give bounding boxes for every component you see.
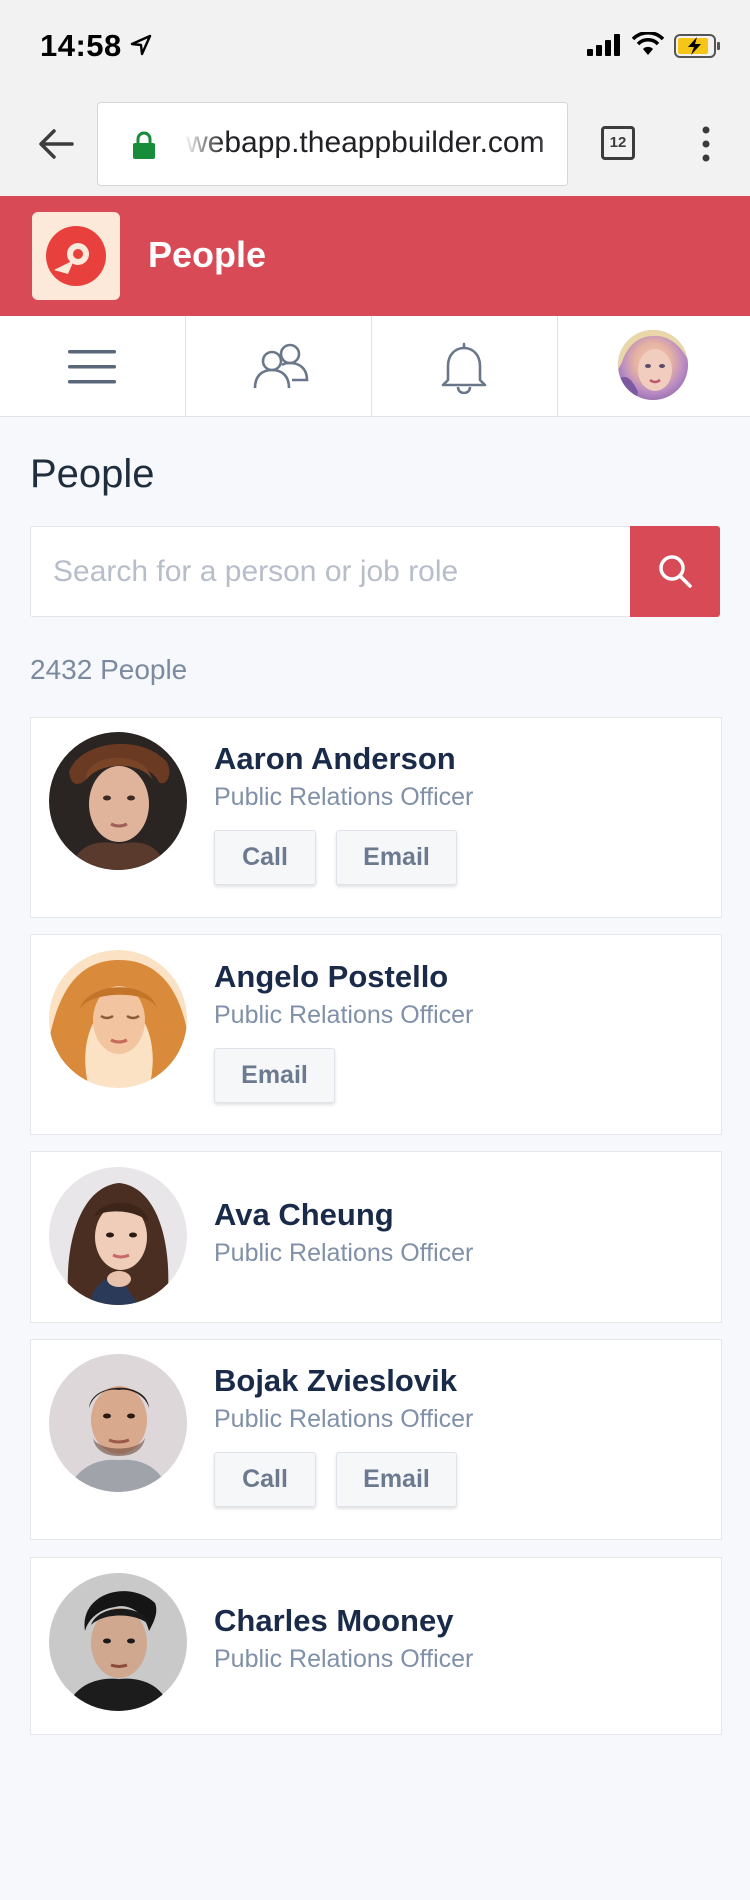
person-role: Public Relations Officer — [214, 1239, 474, 1267]
email-button[interactable]: Email — [214, 1048, 335, 1103]
nav-bar — [0, 316, 750, 417]
email-button[interactable]: Email — [336, 830, 457, 885]
person-role: Public Relations Officer — [214, 1405, 474, 1433]
person-role: Public Relations Officer — [214, 783, 474, 811]
wifi-icon — [632, 32, 664, 55]
browser-toolbar: webapp.theappbuilder.com 12 — [0, 92, 750, 196]
person-name: Bojak Zvieslovik — [214, 1363, 457, 1398]
person-avatar — [49, 732, 187, 870]
search-icon — [659, 555, 692, 588]
battery-charging-icon — [674, 34, 720, 58]
person-role: Public Relations Officer — [214, 1645, 474, 1673]
url-text: webapp.theappbuilder.com — [186, 126, 545, 159]
email-button[interactable]: Email — [336, 1452, 457, 1507]
status-time: 14:58 — [40, 28, 122, 63]
search-bar — [30, 526, 720, 617]
person-avatar — [49, 1167, 187, 1305]
status-bar: 14:58 — [0, 0, 750, 92]
person-avatar — [49, 950, 187, 1088]
app-logo-icon — [46, 226, 106, 286]
call-button[interactable]: Call — [214, 1452, 316, 1507]
person-name: Angelo Postello — [214, 959, 449, 994]
person-name: Ava Cheung — [214, 1197, 394, 1232]
bell-icon — [441, 342, 487, 394]
nav-menu-button[interactable] — [0, 316, 186, 416]
back-arrow-icon[interactable] — [34, 122, 78, 166]
tab-switcher-button[interactable]: 12 — [601, 126, 635, 160]
nav-notifications-button[interactable] — [372, 316, 558, 416]
call-button[interactable]: Call — [214, 830, 316, 885]
person-avatar — [49, 1573, 187, 1711]
page-heading: People — [30, 452, 155, 496]
more-options-icon[interactable] — [694, 122, 718, 166]
people-count: 2432 People — [30, 654, 188, 685]
person-card[interactable]: Bojak Zvieslovik Public Relations Office… — [30, 1339, 722, 1540]
person-name: Charles Mooney — [214, 1603, 454, 1638]
nav-profile-button[interactable] — [558, 316, 750, 416]
people-icon — [253, 343, 309, 389]
person-role: Public Relations Officer — [214, 1001, 474, 1029]
user-avatar — [618, 330, 688, 400]
lock-icon — [133, 131, 155, 159]
search-button[interactable] — [630, 526, 720, 617]
location-arrow-icon — [130, 34, 152, 56]
person-card[interactable]: Ava Cheung Public Relations Officer — [30, 1151, 722, 1323]
nav-people-button[interactable] — [186, 316, 372, 416]
person-card[interactable]: Charles Mooney Public Relations Officer — [30, 1557, 722, 1735]
person-name: Aaron Anderson — [214, 741, 456, 776]
search-input[interactable] — [30, 526, 630, 617]
hamburger-menu-icon — [68, 350, 116, 384]
app-header: People — [0, 196, 750, 316]
person-card[interactable]: Angelo Postello Public Relations Officer… — [30, 934, 722, 1135]
app-title: People — [148, 234, 267, 275]
app-logo[interactable] — [32, 212, 120, 300]
person-card[interactable]: Aaron Anderson Public Relations Officer … — [30, 717, 722, 918]
signal-icon — [587, 34, 620, 56]
address-bar[interactable]: webapp.theappbuilder.com — [97, 102, 568, 186]
person-avatar — [49, 1354, 187, 1492]
